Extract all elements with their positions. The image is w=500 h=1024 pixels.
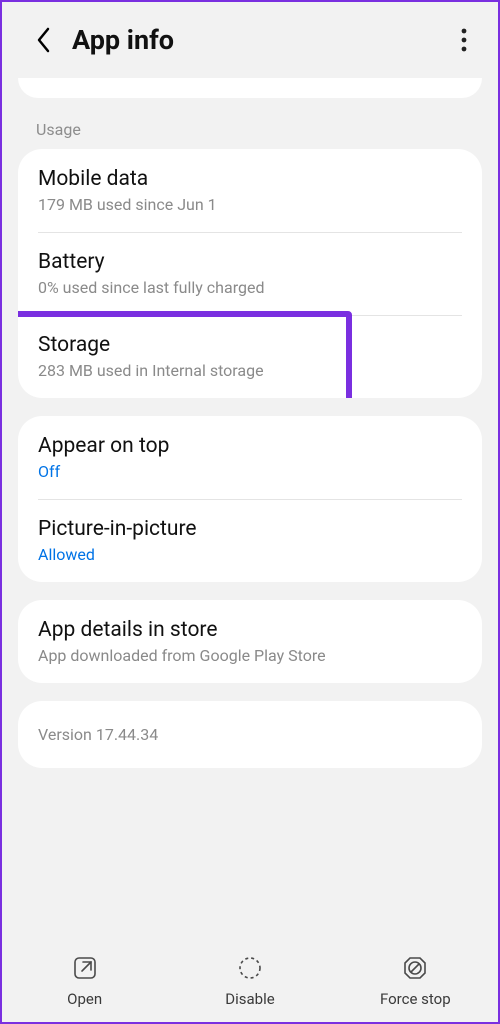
usage-card: Mobile data 179 MB used since Jun 1 Batt… [18,149,482,398]
force-stop-button[interactable]: Force stop [333,954,497,1008]
store-card: App details in store App downloaded from… [18,600,482,683]
appear-on-top-row[interactable]: Appear on top Off [18,416,482,499]
more-vertical-icon [461,28,467,52]
overlay-card: Appear on top Off Picture-in-picture All… [18,416,482,582]
battery-row[interactable]: Battery 0% used since last fully charged [18,232,482,315]
storage-sub: 283 MB used in Internal storage [38,361,462,380]
pip-row[interactable]: Picture-in-picture Allowed [18,499,482,582]
version-card: Version 17.44.34 [18,701,482,768]
disable-label: Disable [225,990,274,1008]
app-info-screen: App info Usage Mobile data 179 MB used s… [0,0,500,1024]
storage-row[interactable]: Storage 283 MB used in Internal storage [18,315,482,398]
more-options-button[interactable] [448,24,480,56]
force-stop-icon [401,954,429,982]
chevron-left-icon [35,26,53,54]
force-stop-label: Force stop [380,990,451,1008]
page-title: App info [72,24,448,56]
disable-button[interactable]: Disable [168,954,332,1008]
version-text: Version 17.44.34 [38,725,462,744]
pip-value: Allowed [38,545,462,564]
battery-sub: 0% used since last fully charged [38,278,462,297]
open-button[interactable]: Open [3,954,167,1008]
mobile-data-title: Mobile data [38,167,462,191]
storage-title: Storage [38,333,462,357]
app-details-row[interactable]: App details in store App downloaded from… [18,600,482,683]
back-button[interactable] [28,24,60,56]
battery-title: Battery [38,250,462,274]
usage-section-label: Usage [18,110,482,149]
disable-icon [236,954,264,982]
appear-on-top-value: Off [38,462,462,481]
appear-on-top-title: Appear on top [38,434,462,458]
open-label: Open [67,990,102,1008]
header-bar: App info [2,2,498,78]
app-details-sub: App downloaded from Google Play Store [38,646,462,665]
mobile-data-row[interactable]: Mobile data 179 MB used since Jun 1 [18,149,482,232]
previous-card-peek [18,78,482,98]
open-icon [71,954,99,982]
pip-title: Picture-in-picture [38,517,462,541]
app-details-title: App details in store [38,618,462,642]
content-scroll: Usage Mobile data 179 MB used since Jun … [2,78,498,942]
mobile-data-sub: 179 MB used since Jun 1 [38,195,462,214]
bottom-action-bar: Open Disable Force stop [2,942,498,1022]
